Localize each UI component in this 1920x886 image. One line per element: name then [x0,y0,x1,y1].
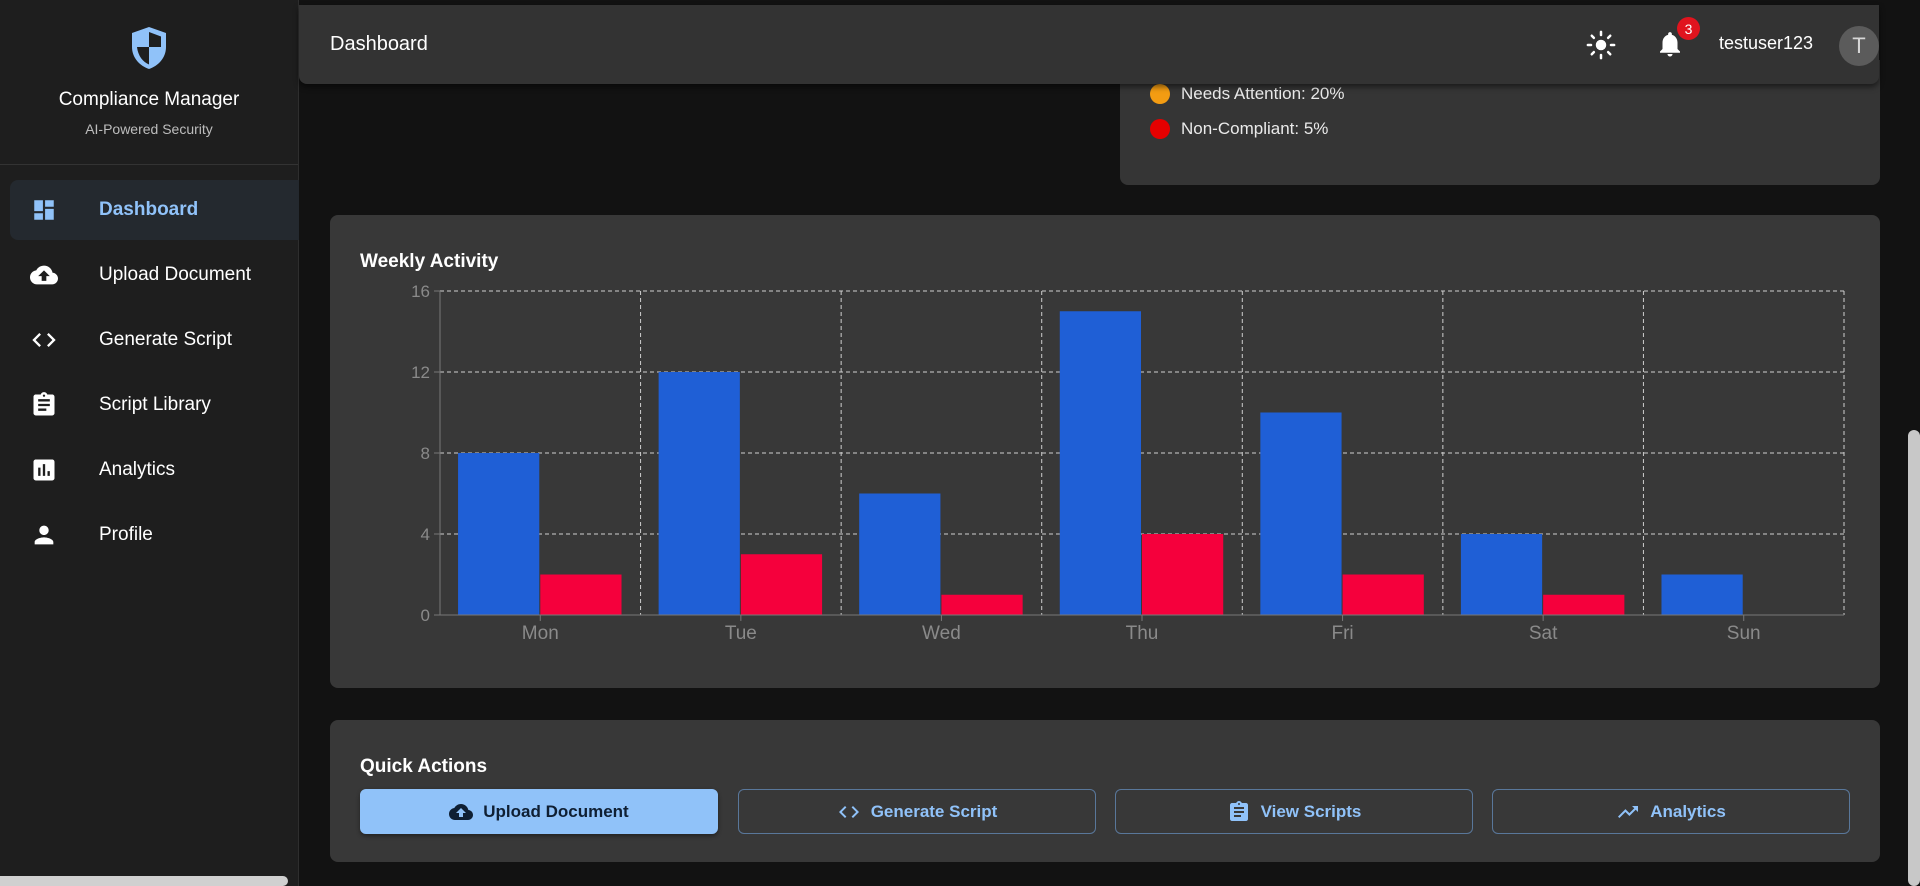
brand-subtitle: AI-Powered Security [85,121,213,137]
upload-document-label: Upload Document [483,801,629,821]
x-tick-label: Fri [1331,623,1353,644]
sidebar-item-label: Dashboard [99,199,199,220]
non-compliant-dot [1150,119,1170,139]
bar [540,574,622,615]
sidebar-item-label: Analytics [99,459,176,480]
x-tick-label: Tue [725,623,757,644]
x-tick-label: Sat [1529,623,1558,644]
bar [458,453,540,615]
bar [1342,574,1424,615]
generate-script-button[interactable]: Generate Script [738,789,1096,834]
view-scripts-button[interactable]: View Scripts [1115,789,1473,834]
sun-icon [1586,30,1616,60]
sidebar-item-generate-script[interactable]: Generate Script [10,310,299,370]
sidebar-item-profile[interactable]: Profile [10,505,299,565]
bar [941,594,1023,615]
y-tick-label: 4 [421,525,430,544]
non-compliant-label: Non-Compliant: 5% [1181,119,1329,138]
page-title: Dashboard [330,33,428,55]
x-tick-label: Wed [922,623,961,644]
page-scrollbar[interactable] [1908,430,1920,886]
avatar[interactable]: T [1839,26,1879,66]
bar [1543,594,1625,615]
bar [1260,412,1342,615]
sidebar-item-dashboard[interactable]: Dashboard [10,180,299,240]
y-tick-label: 0 [421,606,430,625]
x-tick-label: Mon [522,623,559,644]
person-icon [30,521,58,549]
x-tick-label: Sun [1727,623,1761,644]
upload-document-button[interactable]: Upload Document [360,789,718,834]
sidebar-item-upload-document[interactable]: Upload Document [10,245,299,305]
clipboard-icon [30,391,58,419]
sidebar: Compliance Manager AI-Powered Security D… [0,0,299,886]
theme-toggle-button[interactable] [1585,29,1617,61]
cloud-upload-icon [449,800,474,824]
username[interactable]: testuser123 [1719,33,1813,54]
sidebar-item-label: Profile [99,524,153,545]
quick-actions-title: Quick Actions [360,756,488,777]
bar [658,372,740,615]
sidebar-item-script-library[interactable]: Script Library [10,375,299,435]
code-icon [30,326,58,354]
y-tick-label: 16 [411,282,430,301]
x-tick-label: Thu [1126,623,1159,644]
bar [1661,574,1743,615]
weekly-activity-chart: 0 4 8 12 16 Mon Tue Wed Thu Fri Sat Sun [411,282,1845,644]
analytics-button[interactable]: Analytics [1492,789,1850,834]
shield-icon [132,27,166,69]
trending-up-icon [1616,800,1640,824]
y-tick-label: 8 [421,444,430,463]
quick-actions-card: Quick Actions Upload Document Generate S… [330,720,1880,862]
sidebar-item-label: Upload Document [99,264,252,285]
bar [1059,311,1141,615]
analytics-label: Analytics [1650,801,1726,821]
clipboard-icon [1227,800,1251,824]
brand: Compliance Manager AI-Powered Security [0,0,298,165]
bar-chart-icon [30,456,58,484]
bar [1142,534,1224,615]
sidebar-item-label: Generate Script [99,329,233,350]
needs-attention-label: Needs Attention: 20% [1181,84,1345,103]
status-needs-attention: Needs Attention: 20% [1150,84,1345,104]
sidebar-item-label: Script Library [99,394,211,415]
dashboard-icon [30,196,58,224]
generate-script-label: Generate Script [870,801,998,821]
top-header: Dashboard 3 testuser123 T [299,5,1879,84]
bar [1460,534,1543,615]
bar [740,554,823,615]
view-scripts-label: View Scripts [1260,801,1362,821]
status-non-compliant: Non-Compliant: 5% [1150,119,1328,139]
code-icon [837,800,861,824]
bar [859,493,941,615]
cloud-upload-icon [30,261,58,289]
sidebar-nav: Dashboard Upload Document Generate Scrip… [0,165,299,565]
y-tick-label: 12 [411,363,430,382]
sidebar-item-analytics[interactable]: Analytics [10,440,299,500]
needs-attention-dot [1150,84,1170,104]
notification-badge: 3 [1677,17,1700,40]
brand-title: Compliance Manager [58,89,240,110]
sidebar-scrollbar[interactable] [0,876,288,886]
weekly-activity-card: Weekly Activity 0 4 8 12 16 Mon Tue Wed Thu Fri Sa… [330,215,1880,688]
